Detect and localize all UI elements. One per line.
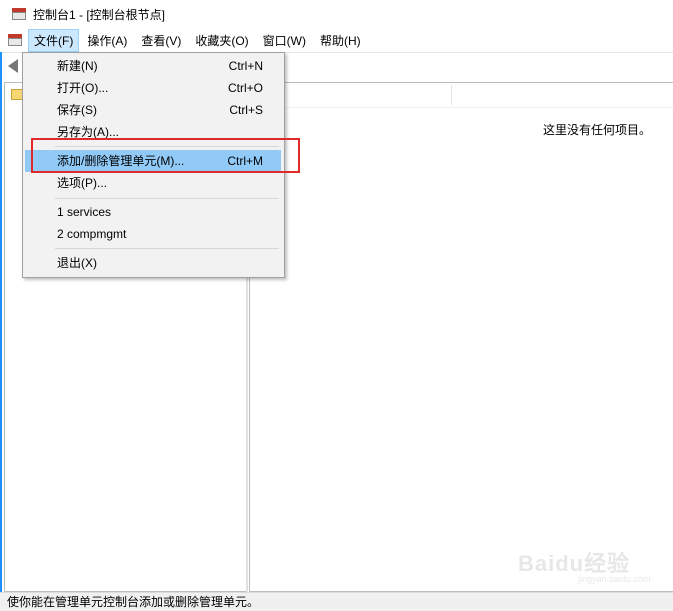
title-bar: 控制台1 - [控制台根节点] (0, 0, 673, 28)
menu-window[interactable]: 窗口(W) (257, 29, 312, 52)
menu-item-save-as[interactable]: 另存为(A)... (25, 121, 281, 143)
menu-item-save[interactable]: 保存(S) Ctrl+S (25, 99, 281, 121)
mmc-app-icon (12, 8, 26, 20)
menu-item-add-remove-snapin[interactable]: 添加/删除管理单元(M)... Ctrl+M (25, 150, 281, 172)
mmc-window: 控制台1 - [控制台根节点] 文件(F) 操作(A) 查看(V) 收藏夹(O)… (0, 0, 673, 611)
menu-separator (55, 198, 279, 199)
menu-item-exit[interactable]: 退出(X) (25, 252, 281, 274)
menu-item-new[interactable]: 新建(N) Ctrl+N (25, 55, 281, 77)
back-arrow-icon[interactable] (8, 59, 18, 73)
column-divider[interactable] (451, 85, 452, 105)
status-bar: 使你能在管理单元控制台添加或删除管理单元。 (0, 592, 673, 611)
menu-action[interactable]: 操作(A) (81, 29, 133, 52)
menu-bar: 文件(F) 操作(A) 查看(V) 收藏夹(O) 窗口(W) 帮助(H) (0, 28, 673, 52)
menu-item-recent-2[interactable]: 2 compmgmt (25, 223, 281, 245)
results-pane[interactable]: 这里没有任何项目。 (249, 82, 673, 592)
menu-file[interactable]: 文件(F) (28, 28, 80, 52)
menu-separator (55, 146, 279, 147)
menu-help[interactable]: 帮助(H) (314, 29, 367, 52)
window-title: 控制台1 - [控制台根节点] (33, 7, 166, 22)
menu-separator (55, 248, 279, 249)
empty-list-message: 这里没有任何项目。 (543, 123, 652, 137)
menu-item-recent-1[interactable]: 1 services (25, 201, 281, 223)
column-header[interactable] (250, 83, 673, 108)
menu-item-open[interactable]: 打开(O)... Ctrl+O (25, 77, 281, 99)
system-menu-icon[interactable] (8, 34, 22, 46)
status-text: 使你能在管理单元控制台添加或删除管理单元。 (7, 595, 260, 609)
menu-item-options[interactable]: 选项(P)... (25, 172, 281, 194)
file-menu-dropdown: 新建(N) Ctrl+N 打开(O)... Ctrl+O 保存(S) Ctrl+… (22, 52, 285, 278)
menu-favorites[interactable]: 收藏夹(O) (189, 29, 254, 52)
window-edge (0, 52, 2, 592)
menu-view[interactable]: 查看(V) (135, 29, 187, 52)
